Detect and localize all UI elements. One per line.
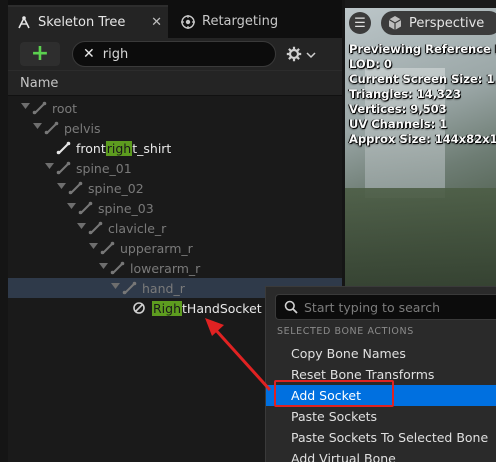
menu-item-copy-bone-names[interactable]: Copy Bone Names — [266, 343, 496, 364]
stat-line: Triangles: 14,323 — [349, 87, 461, 101]
bone-icon — [110, 261, 126, 275]
tree-row[interactable]: pelvis — [8, 118, 342, 138]
tree-row[interactable]: spine_02 — [8, 178, 342, 198]
tree-toolbar: + ✕ righ — [8, 38, 342, 70]
bone-icon — [78, 201, 94, 215]
expand-arrow-icon[interactable] — [88, 243, 98, 253]
tree-row-label: lowerarm_r — [130, 261, 200, 276]
tree-row-label: spine_02 — [88, 181, 144, 196]
expand-arrow-icon[interactable] — [76, 223, 86, 233]
expand-arrow-icon[interactable] — [20, 103, 30, 113]
label-text: upperarm_r — [120, 240, 193, 256]
label-text: hand_r — [142, 280, 185, 296]
expand-arrow-icon[interactable] — [66, 203, 76, 213]
column-header-name[interactable]: Name — [8, 70, 342, 96]
label-text: lowerarm_r — [130, 260, 201, 276]
tree-row[interactable]: lowerarm_r — [8, 258, 342, 278]
tab-bar: Skeleton Tree ✕ Retargeting — [8, 0, 342, 38]
tree-row[interactable]: spine_01 — [8, 158, 342, 178]
bone-icon — [44, 121, 60, 135]
search-input[interactable]: ✕ righ — [72, 41, 276, 67]
stat-line: Approx Size: 144x82x198 — [349, 132, 496, 146]
tree-row[interactable]: root — [8, 98, 342, 118]
menu-search-input[interactable]: Start typing to search — [275, 294, 496, 320]
tab-retargeting[interactable]: Retargeting — [172, 5, 322, 38]
label-text: t_shirt — [132, 140, 172, 156]
label-text: pelvis — [64, 120, 101, 136]
tree-row[interactable]: spine_03 — [8, 198, 342, 218]
tree-row-label: upperarm_r — [120, 241, 193, 256]
search-value[interactable]: righ — [103, 47, 128, 62]
stat-line: Previewing Reference Pose — [349, 42, 496, 56]
tree-row[interactable]: clavicle_r — [8, 218, 342, 238]
tree-row[interactable]: upperarm_r — [8, 238, 342, 258]
bone-icon — [32, 101, 48, 115]
tab-skeleton-tree[interactable]: Skeleton Tree ✕ — [8, 5, 168, 38]
socket-icon — [132, 301, 148, 315]
bone-icon — [68, 181, 84, 195]
expand-arrow-icon[interactable] — [110, 283, 120, 293]
menu-item-paste-sockets-to-selected-bone[interactable]: Paste Sockets To Selected Bone — [266, 427, 496, 448]
perspective-button[interactable]: Perspective — [381, 11, 496, 35]
search-match-highlight: righ — [105, 140, 133, 156]
expand-arrow-icon[interactable] — [56, 183, 66, 193]
bone-icon — [122, 281, 138, 295]
expand-arrow-icon[interactable] — [98, 263, 108, 273]
viewport-stats: Previewing Reference Pose LOD: 0 Current… — [349, 42, 496, 147]
tree-row-label: pelvis — [64, 121, 100, 136]
menu-item-reset-bone-transforms[interactable]: Reset Bone Transforms — [266, 364, 496, 385]
scene-foliage — [345, 188, 496, 300]
bone-icon — [100, 241, 116, 255]
close-tab-icon[interactable]: ✕ — [151, 15, 162, 30]
clear-search-icon[interactable]: ✕ — [83, 46, 95, 62]
tab-skeleton-tree-label: Skeleton Tree — [38, 15, 126, 30]
tree-row-label: spine_01 — [76, 161, 132, 176]
label-text: spine_02 — [88, 180, 144, 196]
label-text: tHandSocket — [182, 300, 262, 316]
editor-window: Skeleton Tree ✕ Retargeting + ✕ righ Nam… — [0, 0, 496, 462]
label-text: clavicle_r — [108, 220, 167, 236]
bone-icon — [56, 161, 72, 175]
skeleton-tree-icon — [16, 15, 32, 31]
context-menu: Start typing to search SELECTED BONE ACT… — [265, 286, 496, 462]
search-icon — [284, 300, 298, 314]
menu-search-placeholder: Start typing to search — [304, 299, 441, 315]
menu-item-add-socket[interactable]: Add Socket — [266, 385, 496, 406]
expand-arrow-icon[interactable] — [32, 123, 42, 133]
perspective-label: Perspective — [409, 15, 485, 31]
label-text: spine_03 — [98, 200, 154, 216]
preview-viewport[interactable]: ☰ Perspective Previewing Reference Pose … — [345, 0, 496, 300]
tree-row-label: clavicle_r — [108, 221, 166, 236]
stat-line: Vertices: 9,503 — [349, 102, 447, 116]
tree-row[interactable]: frontright_shirt — [8, 138, 342, 158]
settings-dropdown[interactable] — [286, 46, 316, 66]
stat-line: Current Screen Size: 1.02 — [349, 72, 496, 86]
stat-line: UV Channels: 1 — [349, 117, 448, 131]
tree-row-label: frontright_shirt — [76, 140, 172, 156]
gear-icon — [286, 46, 302, 66]
search-match-highlight: Righ — [152, 300, 183, 316]
label-text: spine_01 — [76, 160, 132, 176]
retargeting-icon — [180, 14, 196, 30]
bone-icon — [56, 141, 72, 155]
expand-arrow-icon[interactable] — [44, 163, 54, 173]
chevron-down-icon — [306, 51, 316, 62]
add-button[interactable]: + — [20, 42, 60, 66]
tree-row-label: root — [52, 101, 77, 116]
menu-item-paste-sockets[interactable]: Paste Sockets — [266, 406, 496, 427]
viewport-menu-button[interactable]: ☰ — [349, 12, 371, 34]
tab-retargeting-label: Retargeting — [202, 14, 279, 29]
label-text: root — [52, 100, 78, 116]
stat-line: LOD: 0 — [349, 57, 392, 71]
cube-icon — [387, 15, 403, 31]
menu-section-title: SELECTED BONE ACTIONS — [277, 326, 414, 337]
bone-icon — [88, 221, 104, 235]
label-text: front — [76, 140, 106, 156]
tree-row-label: spine_03 — [98, 201, 154, 216]
tree-row-label: hand_r — [142, 281, 185, 296]
tree-row-label: RightHandSocket — [152, 300, 262, 316]
menu-item-add-virtual-bone[interactable]: Add Virtual Bone — [266, 448, 496, 462]
